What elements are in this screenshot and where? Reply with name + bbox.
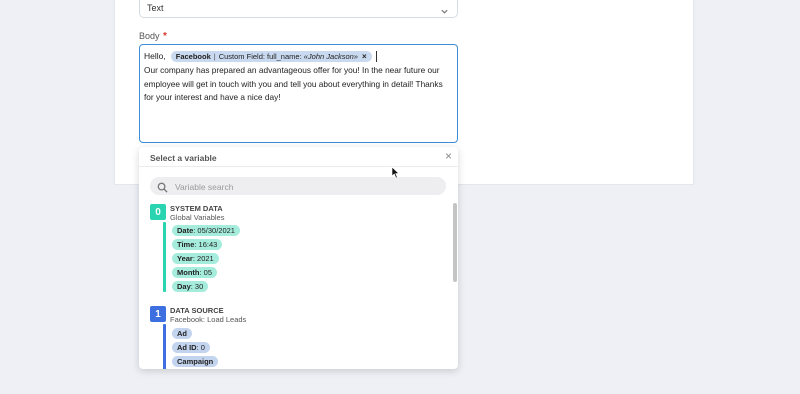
variable-item-year[interactable]: Year: 2021 (172, 253, 219, 264)
group-index-badge: 0 (150, 204, 166, 220)
variable-item-campaign[interactable]: Campaign (172, 356, 219, 367)
text-caret (375, 50, 377, 62)
group-bar (163, 324, 166, 369)
variable-item-day[interactable]: Day: 30 (172, 281, 209, 292)
group-subtitle: Facebook: Load Leads (170, 315, 247, 324)
panel-header: Select a variable × (139, 147, 458, 167)
group-title: DATA SOURCE (170, 306, 224, 315)
group-title: SYSTEM DATA (170, 204, 223, 213)
required-mark: * (163, 31, 167, 42)
mouse-pointer-icon (391, 166, 400, 184)
scrollbar-thumb[interactable] (453, 203, 457, 282)
variable-item-month[interactable]: Month: 05 (172, 267, 218, 278)
variable-item-ad-id[interactable]: Ad ID: 0 (172, 342, 210, 353)
group-index-badge: 1 (150, 306, 166, 322)
variable-panel: Select a variable × 0 SYSTEM DATA Global… (139, 147, 458, 369)
group-bar (163, 222, 166, 292)
chevron-down-icon[interactable] (440, 3, 449, 21)
body-label: Body * (139, 31, 167, 42)
body-text: Our company has prepared an advantageous… (144, 65, 443, 102)
panel-title: Select a variable (150, 153, 217, 163)
body-first-line: Hello, Facebook | Custom Field: full_nam… (144, 49, 377, 63)
search-icon (157, 180, 168, 198)
variable-item-ad[interactable]: Ad (172, 328, 192, 339)
greeting-text: Hello, (144, 51, 166, 61)
variable-item-date[interactable]: Date: 05/30/2021 (172, 225, 240, 236)
remove-chip-icon[interactable]: × (362, 52, 367, 61)
variable-search-input[interactable] (173, 180, 427, 194)
close-icon[interactable]: × (445, 150, 452, 162)
variable-chip[interactable]: Facebook | Custom Field: full_name: «Joh… (170, 50, 372, 62)
group-subtitle: Global Variables (170, 213, 225, 222)
body-field[interactable]: Hello, Facebook | Custom Field: full_nam… (139, 44, 458, 143)
variable-item-time[interactable]: Time: 16:43 (172, 239, 223, 250)
type-select[interactable]: Text (139, 0, 458, 18)
variable-search[interactable] (150, 177, 446, 195)
type-select-value: Text (147, 3, 164, 13)
